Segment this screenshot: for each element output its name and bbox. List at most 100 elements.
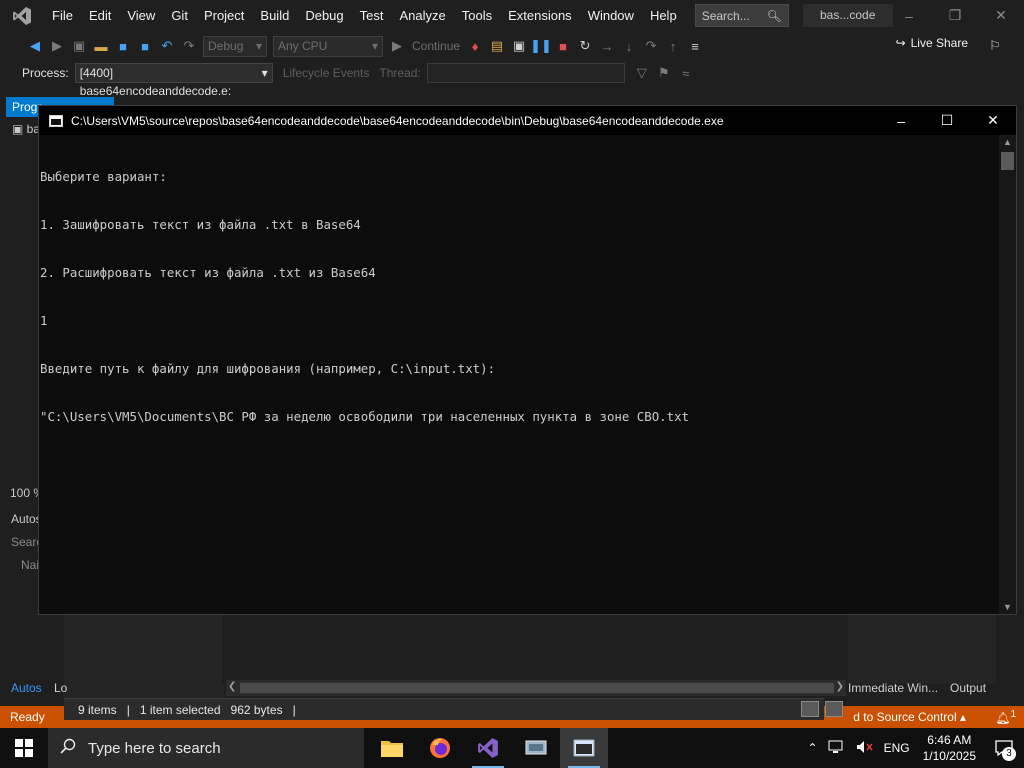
process-value: [4400] base64encodeanddecode.e: [79,66,232,98]
minimize-icon[interactable]: – [886,0,932,31]
chevron-up-icon[interactable]: ⌃ [803,741,823,755]
network-icon[interactable] [823,740,851,757]
separator: | [292,702,296,717]
restart-icon[interactable]: ↻ [574,35,596,57]
taskbar-clock[interactable]: 6:46 AM 1/10/2025 [915,732,984,764]
open-folder-icon[interactable]: ▬ [90,35,112,57]
notification-count: 1 [1010,709,1016,720]
menu-debug[interactable]: Debug [297,0,351,31]
hot-reload-icon[interactable]: ♦ [464,35,486,57]
vs-vertical-scrollbar[interactable] [1016,97,1024,677]
live-share-button[interactable]: ↪ Live Share [896,36,968,50]
console-output[interactable]: Выберите вариант: 1. Зашифровать текст и… [39,135,999,614]
large-icons-view-icon[interactable] [825,701,843,717]
items-count: 9 items [78,702,117,717]
tab-autos[interactable]: Autos [11,681,42,695]
new-project-icon[interactable]: ▣ [68,35,90,57]
undo-icon[interactable]: ↶ [156,35,178,57]
forward-arrow-icon[interactable]: ▶ [46,35,68,57]
windows-start-icon[interactable] [0,728,48,768]
platform-select[interactable]: Any CPU ▾ [273,35,383,57]
save-icon[interactable]: ■ [112,35,134,57]
console-window-controls: – ☐ ✕ [878,106,1016,135]
back-arrow-icon[interactable]: ◀ [24,35,46,57]
tab-locals[interactable]: Lo [54,681,67,695]
continue-button[interactable]: Continue [408,39,464,53]
minimize-icon[interactable]: – [878,106,924,135]
stop-icon[interactable]: ■ [552,35,574,57]
explorer-view-buttons [798,698,848,720]
console-app-icon [49,114,63,127]
menu-help[interactable]: Help [642,0,685,31]
menu-window[interactable]: Window [580,0,642,31]
step-into-icon[interactable]: ↓ [618,35,640,57]
menu-git[interactable]: Git [163,0,196,31]
chevron-down-icon: ▾ [261,66,268,80]
play-icon[interactable]: ▶ [386,35,408,57]
tab-immediate-window[interactable]: Immediate Win... [848,681,938,695]
vs-standard-toolbar: ◀ ▶ ▣ ▬ ■ ■ ↶ ↷ Debug ▾ Any CPU ▾ ▶ Contin… [0,31,1024,61]
thread-select[interactable] [426,63,625,83]
notification-badge: 3 [1002,747,1016,761]
close-icon[interactable]: ✕ [970,106,1016,135]
thread-label: Thread: [379,66,421,80]
network-app-taskbar-icon[interactable] [512,728,560,768]
firefox-taskbar-icon[interactable] [416,728,464,768]
console-line: 1. Зашифровать текст из файла .txt в Bas… [40,217,361,232]
filter-icon[interactable]: ▽ [631,62,653,84]
show-next-statement-icon[interactable]: → [596,35,618,57]
explorer-status-strip: 9 items | 1 item selected 962 bytes | [64,698,824,720]
add-to-source-control-button[interactable]: d to Source Control ▴ [853,710,966,724]
console-taskbar-icon[interactable] [560,728,608,768]
step-out-icon[interactable]: ↑ [662,35,684,57]
console-scrollbar[interactable]: ▲ ▼ [999,135,1016,614]
console-title: C:\Users\VM5\source\repos\base64encodean… [71,113,724,128]
configuration-select[interactable]: Debug ▾ [203,35,267,57]
debug-location-toolbar: Process: [4400] base64encodeanddecode.e:… [0,61,1024,98]
redo-icon[interactable]: ↷ [178,35,200,57]
menu-extensions[interactable]: Extensions [500,0,580,31]
save-all-icon[interactable]: ■ [134,35,156,57]
menu-tools[interactable]: Tools [454,0,500,31]
maximize-icon[interactable]: ☐ [924,106,970,135]
tab-output[interactable]: Output [950,681,986,695]
language-indicator[interactable]: ENG [879,741,915,755]
console-title-bar[interactable]: C:\Users\VM5\source\repos\base64encodean… [39,106,1016,135]
close-icon[interactable]: ✕ [978,0,1024,31]
console-scroll-thumb[interactable] [1001,152,1014,170]
menu-build[interactable]: Build [252,0,297,31]
lifecycle-events-button[interactable]: Lifecycle Events [283,66,370,80]
action-center-icon[interactable]: 3 [984,728,1024,768]
scroll-up-icon[interactable]: ▲ [999,137,1016,147]
menu-project[interactable]: Project [196,0,252,31]
menu-edit[interactable]: Edit [81,0,119,31]
vs-search-box[interactable]: Search... 🔍︎ [694,4,789,27]
scroll-down-icon[interactable]: ▼ [999,602,1016,612]
feedback-icon[interactable]: ⚐ [984,35,1006,57]
pause-icon[interactable]: ❚❚ [530,35,552,57]
taskbar-search-box[interactable]: Type here to search [48,728,364,768]
menu-view[interactable]: View [119,0,163,31]
browse-icon[interactable]: ▤ [486,35,508,57]
solution-name[interactable]: bas...code [802,4,893,27]
process-select[interactable]: [4400] base64encodeanddecode.e: ▾ [74,63,273,98]
threads-icon[interactable]: ≈ [675,62,697,84]
visual-studio-taskbar-icon[interactable] [464,728,512,768]
menu-test[interactable]: Test [352,0,392,31]
desktop: File Edit View Git Project Build Debug T… [0,0,1024,768]
step-over-icon[interactable]: ↷ [640,35,662,57]
flag-icon[interactable]: ⚑ [653,62,675,84]
details-view-icon[interactable] [801,701,819,717]
taskbar-search-placeholder: Type here to search [88,739,221,757]
breakpoints-icon[interactable]: ≡ [684,35,706,57]
menu-analyze[interactable]: Analyze [391,0,453,31]
notification-bell-icon[interactable]: 🔔︎1 [995,709,1016,725]
screenshot-icon[interactable]: ▣ [508,35,530,57]
file-explorer-taskbar-icon[interactable] [368,728,416,768]
selected-size: 962 bytes [230,702,283,717]
restore-icon[interactable]: ❐ [932,0,978,31]
menu-file[interactable]: File [44,0,81,31]
console-line: "C:\Users\VM5\Documents\ВС РФ за неделю … [40,409,690,424]
source-control-label: d to Source Control [853,710,957,724]
volume-muted-icon[interactable] [851,740,879,757]
